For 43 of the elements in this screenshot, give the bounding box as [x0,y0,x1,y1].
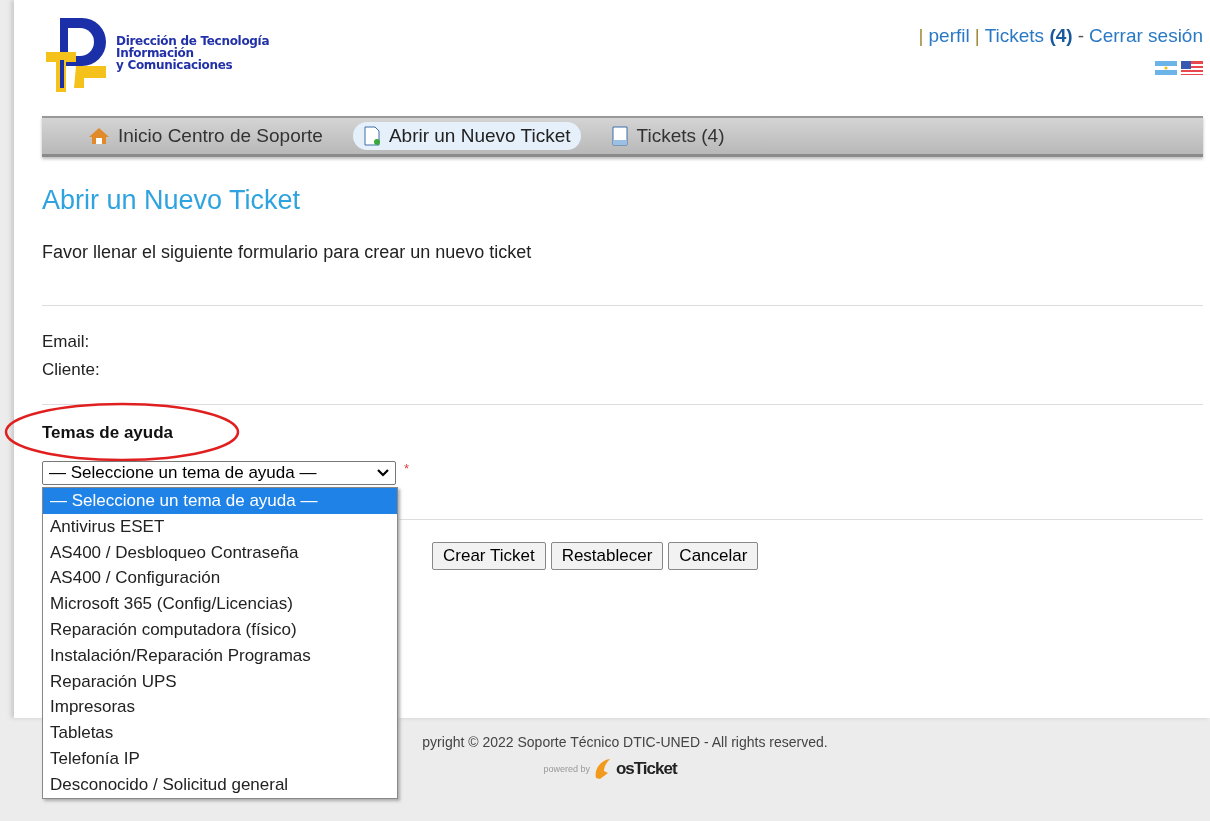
osticket-logo: osTicket [615,759,677,779]
logo-text: Información [116,47,194,59]
nav-tab[interactable]: Abrir un Nuevo Ticket [352,122,581,150]
form-button[interactable]: Crear Ticket [432,542,546,570]
house-icon [88,127,110,145]
nav-tab[interactable]: Inicio Centro de Soporte [78,122,333,150]
separator: - [1077,25,1084,47]
page-title: Abrir un Nuevo Ticket [42,185,302,216]
document-icon [362,126,381,146]
copyright-text: pyright © 2022 Soporte Técnico DTIC-UNED - All rights reserved. [422,734,828,750]
dropdown-option[interactable]: Impresoras [43,694,397,721]
separator: | [918,25,924,47]
dropdown-option[interactable]: Reparación computadora (físico) [43,617,397,643]
help-topic-label: Temas de ayuda [42,423,174,442]
field-label: Email: [42,331,91,353]
logout-link[interactable]: Cerrar sesión [1088,25,1203,47]
dropdown-option[interactable]: AS400 / Desbloqueo Contraseña [43,539,397,566]
dropdown-option[interactable]: Microsoft 365 (Config/Licencias) [43,591,397,617]
chevron-icon [377,469,389,477]
dropdown-option[interactable]: Tabletas [43,720,397,746]
nav-tab[interactable]: Tickets (4) [600,122,735,150]
dropdown-option[interactable]: Reparación UPS [43,668,397,695]
form-button[interactable]: Restablecer [550,542,664,570]
dropdown-option[interactable]: Desconocido / Solicitud general [43,771,397,798]
flag-icon[interactable] [1181,61,1203,75]
document-icon [610,126,629,146]
dropdown-option[interactable]: Instalación/Reparación Programas [43,642,397,669]
logo-text: Dirección de Tecnología [116,35,270,47]
field-label: Cliente: [42,359,101,381]
splash-icon [593,758,612,780]
required-mark: * [404,461,410,476]
dropdown-option[interactable]: — Seleccione un tema de ayuda — [43,488,397,514]
dropdown-option[interactable]: AS400 / Configuración [43,565,397,592]
logo-text: y Comunicaciones [116,59,234,71]
dropdown-option[interactable]: Telefonía IP [43,745,397,772]
tickets-link[interactable]: Tickets (4) [984,25,1073,47]
dropdown-option[interactable]: Antivirus ESET [43,513,397,540]
profile-link[interactable]: perfil [928,25,970,47]
form-button[interactable]: Cancelar [668,542,759,570]
help-topic-select[interactable]: — Seleccione un tema de ayuda — [42,461,396,485]
separator: | [974,25,980,47]
intro-text: Favor llenar el siguiente formulario para crear un nuevo ticket [42,242,533,263]
powered-by-text: powered by [543,764,590,774]
